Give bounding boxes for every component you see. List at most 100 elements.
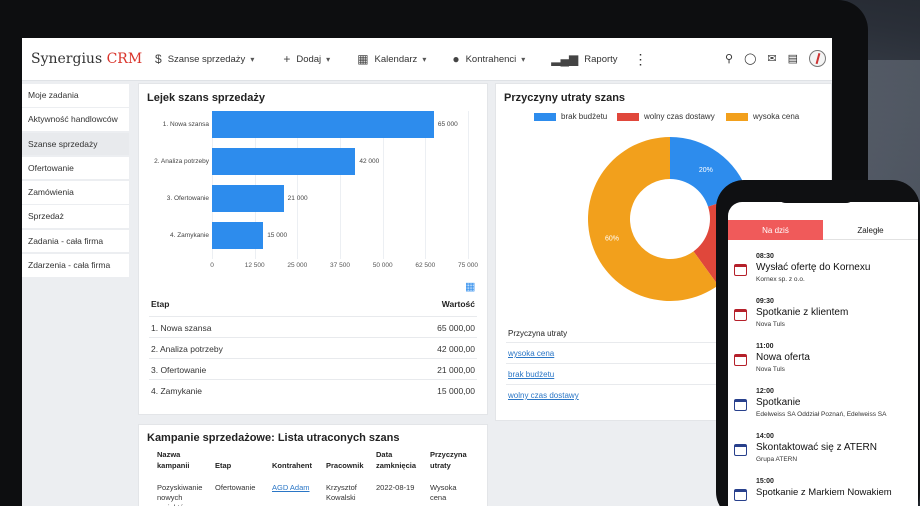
column-header: Pracownik	[326, 461, 364, 470]
chevron-down-icon: ▾	[250, 54, 255, 64]
nav-label: Dodaj	[296, 53, 322, 65]
search-icon[interactable]: ⚲	[725, 52, 733, 65]
phone-notch	[776, 189, 856, 203]
crm-screen: Synergius CRM $ Szanse sprzedaży ▾ + Dod…	[22, 38, 832, 506]
table-cell: 42 000,00	[437, 344, 475, 354]
table-cell: Pozyskiwanie nowych projektów	[157, 483, 203, 506]
legend-label: brak budżetu	[561, 112, 608, 121]
chat-icon[interactable]: ◯	[744, 52, 756, 65]
event-time: 11:00	[756, 343, 774, 350]
contractor-link[interactable]: AGD Adam	[272, 483, 310, 493]
chevron-down-icon: ▾	[521, 54, 526, 64]
nav-item-reports[interactable]: ▂▄▆ Raporty	[551, 52, 617, 66]
legend-item[interactable]: wysoka cena	[726, 112, 799, 121]
funnel-bar[interactable]	[212, 111, 434, 138]
reason-link[interactable]: wolny czas dostawy	[508, 391, 579, 400]
gridline	[468, 111, 469, 259]
sidebar: Moje zadania Aktywność handlowców Szanse…	[22, 84, 129, 278]
event-title: Spotkanie	[756, 397, 801, 408]
top-icons: ⚲ ◯ ✉ ▤	[725, 50, 826, 67]
tab-overdue[interactable]: Zaległe	[823, 220, 918, 240]
nav-label: Szanse sprzedaży	[167, 53, 246, 65]
bar-value-label: 65 000	[437, 120, 458, 128]
nav-item-add[interactable]: + Dodaj ▾	[283, 52, 330, 66]
x-tick-label: 0	[210, 262, 214, 269]
phone-screen: Na dziś Zaległe 08:30 Wysłać ofertę do K…	[728, 202, 918, 506]
avatar[interactable]	[809, 50, 826, 67]
legend-swatch	[617, 112, 639, 121]
calendar-icon: ▦	[357, 52, 369, 66]
user-icon: ●	[452, 52, 460, 66]
x-tick-label: 50 000	[372, 262, 393, 269]
x-tick-label: 62 500	[415, 262, 436, 269]
category-label: 4. Zamykanie	[169, 231, 209, 239]
event-time: 08:30	[756, 253, 774, 260]
column-header: Etap	[215, 461, 232, 470]
loss-title: Przyczyny utraty szans	[504, 92, 626, 104]
nav-label: Raporty	[584, 53, 618, 65]
event-time: 12:00	[756, 388, 774, 395]
bar-value-label: 15 000	[267, 231, 288, 239]
column-header: Data zamknięcia	[376, 450, 417, 470]
table-icon[interactable]: ▦	[465, 280, 475, 293]
sidebar-item-sales[interactable]: Sprzedaż	[22, 205, 129, 228]
funnel-panel: Lejek szans sprzedaży 0 12 500 25 000 37 50…	[138, 83, 488, 415]
more-vert-icon[interactable]: ⋮	[634, 51, 648, 68]
sidebar-item-orders[interactable]: Zamówienia	[22, 181, 129, 204]
table-header-stage: Etap	[151, 299, 170, 309]
logo-name: Synergius	[31, 51, 103, 67]
phone-frame: Na dziś Zaległe 08:30 Wysłać ofertę do K…	[716, 180, 920, 506]
sidebar-item-opportunities[interactable]: Szanse sprzedaży	[22, 132, 129, 156]
slice-label: 60%	[605, 235, 619, 242]
table-cell: Wysoka cena	[430, 483, 457, 502]
reason-link[interactable]: wysoka cena	[508, 349, 554, 358]
column-header: Przyczyna utraty	[430, 450, 467, 470]
column-header: Kontrahent	[272, 461, 312, 470]
campaigns-title: Kampanie sprzedażowe: Lista utraconych s…	[147, 432, 400, 444]
reasons-header: Przyczyna utraty	[508, 329, 568, 338]
nav-item-opportunities[interactable]: $ Szanse sprzedaży ▾	[155, 52, 254, 66]
event-title: Spotkanie z Markiem Nowakiem	[756, 487, 892, 498]
reason-link[interactable]: brak budżetu	[508, 370, 554, 379]
legend-item[interactable]: brak budżetu	[534, 112, 607, 121]
bar-value-label: 21 000	[287, 194, 308, 202]
table-cell: 3. Ofertowanie	[151, 365, 207, 375]
sidebar-item-company-events[interactable]: Zdarzenia - cała firma	[22, 254, 129, 277]
category-label: 2. Analiza potrzeby	[154, 157, 209, 165]
table-cell: 65 000,00	[437, 323, 475, 333]
funnel-bar[interactable]	[212, 148, 356, 175]
event-subtitle: Kornex sp. z o.o.	[756, 276, 805, 283]
calendar-icon	[734, 444, 747, 456]
nav-label: Kalendarz	[374, 53, 418, 65]
logo-suffix: CRM	[106, 51, 143, 67]
table-header-value: Wartość	[441, 299, 475, 309]
funnel-bar[interactable]	[212, 222, 264, 249]
sidebar-item-sales-activity[interactable]: Aktywność handlowców	[22, 108, 129, 131]
table-row: 4. Zamykanie 15 000,00	[149, 379, 477, 400]
event-time: 14:00	[756, 433, 774, 440]
funnel-bar[interactable]	[212, 185, 284, 212]
mail-icon[interactable]: ✉	[767, 52, 776, 65]
nav-item-calendar[interactable]: ▦ Kalendarz ▾	[357, 52, 426, 66]
slice-label: 20%	[699, 167, 713, 174]
sidebar-item-company-tasks[interactable]: Zadania - cała firma	[22, 229, 129, 253]
nav-item-contractors[interactable]: ● Kontrahenci ▾	[452, 52, 525, 66]
phone-tabs: Na dziś Zaległe	[728, 220, 918, 240]
category-label: 1. Nowa szansa	[162, 120, 209, 128]
top-navbar: Synergius CRM $ Szanse sprzedaży ▾ + Dod…	[22, 38, 832, 81]
signal-icon: ▂▄▆	[551, 52, 579, 66]
event-subtitle: Grupa ATERN	[756, 456, 798, 463]
legend-item[interactable]: wolny czas dostawy	[617, 112, 715, 121]
chevron-down-icon: ▾	[422, 54, 427, 64]
logo[interactable]: Synergius CRM	[31, 51, 142, 67]
table-cell: Krzysztof Kowalski	[326, 483, 357, 502]
tab-today[interactable]: Na dziś	[728, 220, 823, 240]
sidebar-item-offers[interactable]: Ofertowanie	[22, 156, 129, 180]
legend-swatch	[534, 112, 556, 121]
event-title: Skontaktować się z ATERN	[756, 442, 877, 453]
sidebar-item-my-tasks[interactable]: Moje zadania	[22, 84, 129, 107]
x-tick-label: 25 000	[287, 262, 308, 269]
event-time: 15:00	[756, 478, 774, 485]
clipboard-icon[interactable]: ▤	[788, 52, 798, 65]
table-cell: 2022-08-19	[376, 483, 415, 492]
